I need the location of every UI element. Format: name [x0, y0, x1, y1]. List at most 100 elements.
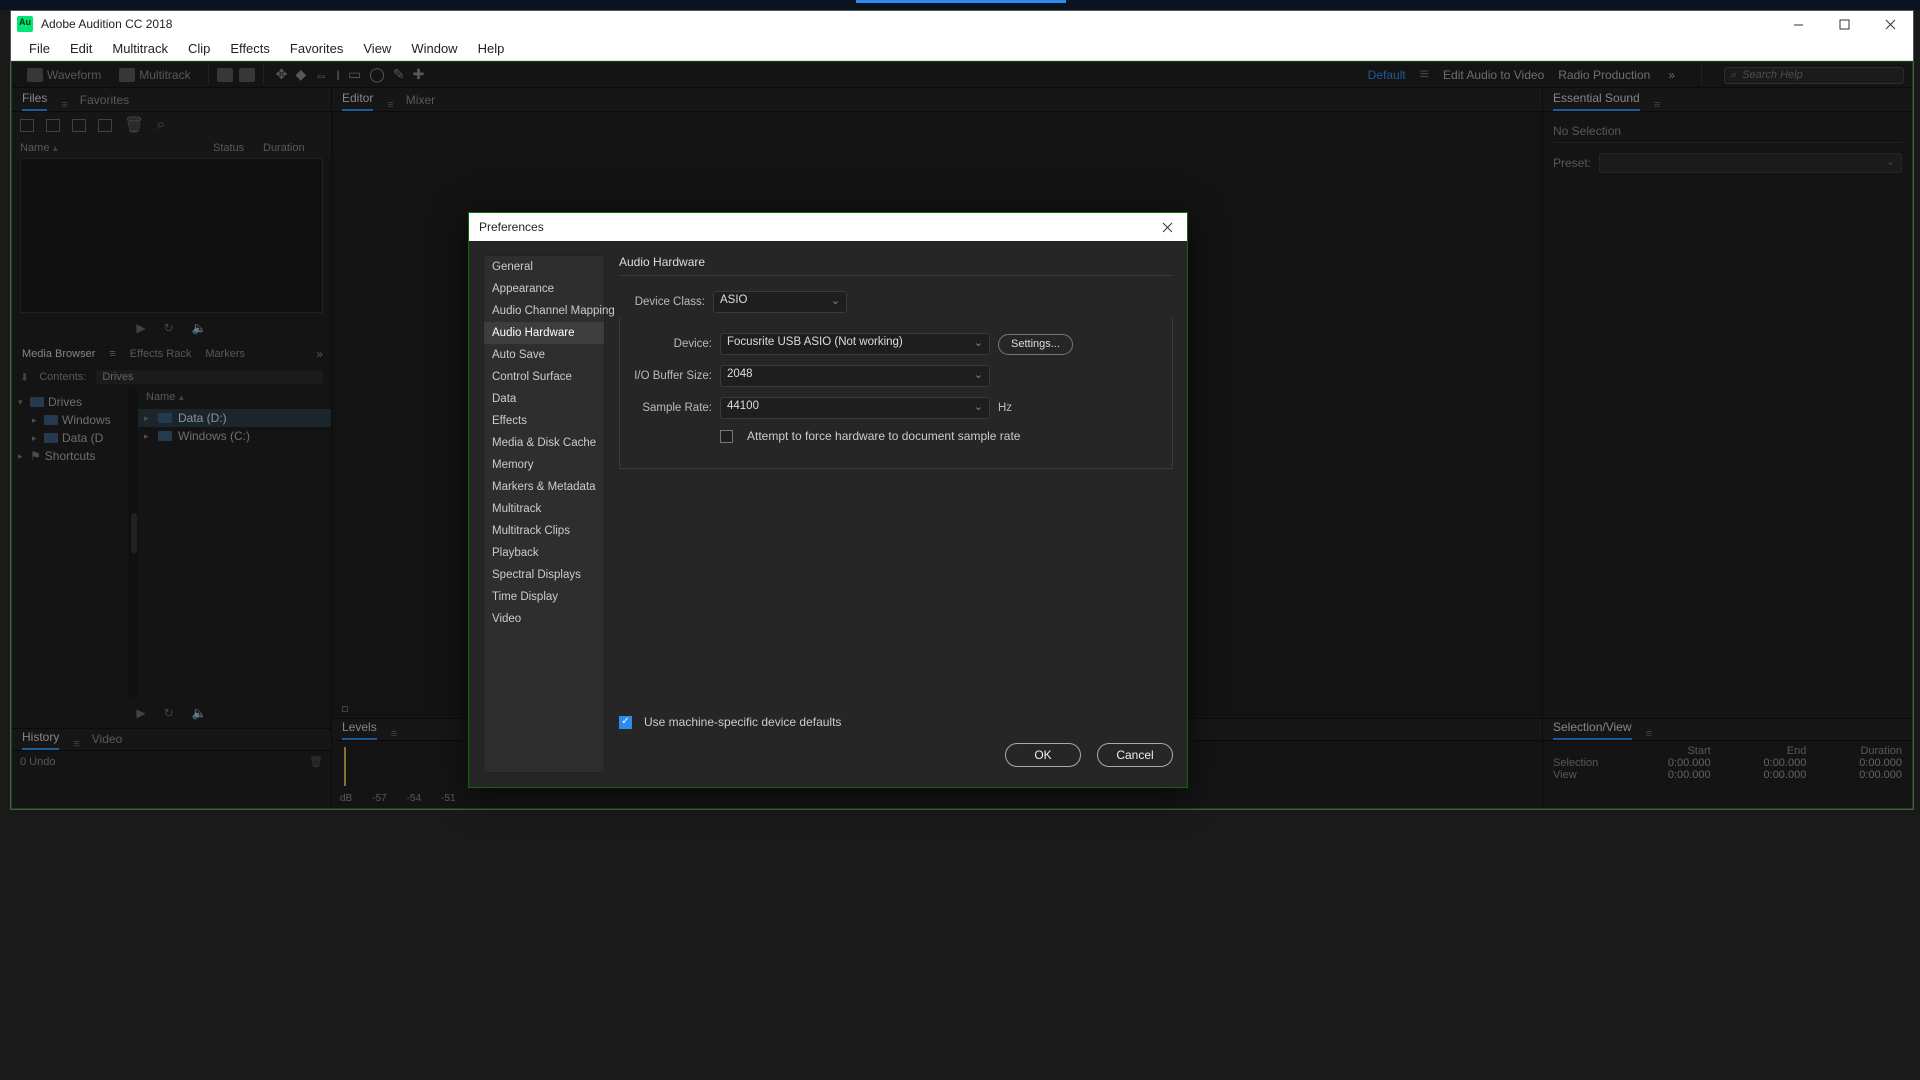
tab-effects-rack[interactable]: Effects Rack	[130, 348, 192, 360]
sample-rate-select[interactable]: 44100	[720, 397, 990, 419]
help-search-input[interactable]	[1742, 69, 1882, 81]
buffer-select[interactable]: 2048	[720, 365, 990, 387]
pref-cat-effects[interactable]: Effects	[484, 410, 604, 432]
col-name[interactable]: Name▲	[20, 142, 213, 154]
maximize-button[interactable]	[1821, 11, 1867, 37]
menu-help[interactable]: Help	[468, 38, 515, 59]
force-sample-rate-checkbox[interactable]	[720, 430, 733, 443]
device-select[interactable]: Focusrite USB ASIO (Not working)	[720, 333, 990, 355]
close-button[interactable]	[1867, 11, 1913, 37]
tool-heal-icon[interactable]: ✚	[409, 66, 429, 83]
pref-cat-auto-save[interactable]: Auto Save	[484, 344, 604, 366]
caret-down-icon[interactable]: ▾	[18, 397, 26, 408]
media-list[interactable]: Name▲ ▸ Data (D:) ▸ Windows (C:)	[138, 389, 331, 698]
tree-label[interactable]: Shortcuts	[45, 449, 96, 463]
menu-multitrack[interactable]: Multitrack	[102, 38, 178, 59]
tab-essential-sound[interactable]: Essential Sound	[1553, 91, 1640, 111]
menu-edit[interactable]: Edit	[60, 38, 102, 59]
editor-menu-icon[interactable]: ≡	[387, 99, 393, 111]
new-file-icon[interactable]	[72, 119, 86, 132]
media-browser-menu-icon[interactable]: ≡	[109, 348, 115, 360]
tree-label[interactable]: Drives	[48, 395, 82, 409]
media-tree[interactable]: ▾ Drives ▸ Windows ▸	[12, 389, 130, 698]
preset-select[interactable]	[1599, 153, 1902, 173]
open-file-icon[interactable]	[20, 119, 34, 132]
menu-view[interactable]: View	[353, 38, 401, 59]
view-multitrack-button[interactable]: Multitrack	[110, 65, 199, 85]
selection-view-menu-icon[interactable]: ≡	[1646, 728, 1652, 740]
tree-scrollbar[interactable]	[130, 389, 138, 698]
tab-markers[interactable]: Markers	[205, 348, 245, 360]
pref-cat-appearance[interactable]: Appearance	[484, 278, 604, 300]
tool-marquee-icon[interactable]: ▭	[344, 66, 365, 83]
new-multitrack-icon[interactable]	[98, 119, 112, 132]
dialog-titlebar[interactable]: Preferences	[469, 213, 1187, 241]
workspace-radio[interactable]: Radio Production	[1558, 68, 1650, 82]
menu-window[interactable]: Window	[401, 38, 467, 59]
dialog-close-button[interactable]	[1147, 213, 1187, 241]
ok-button[interactable]: OK	[1005, 743, 1081, 767]
tree-label[interactable]: Windows	[62, 413, 111, 427]
essential-sound-menu-icon[interactable]: ≡	[1654, 99, 1660, 111]
caret-right-icon[interactable]: ▸	[144, 413, 152, 424]
contents-path[interactable]: Drives	[96, 370, 323, 384]
caret-right-icon[interactable]: ▸	[18, 451, 26, 462]
play-icon[interactable]: ▶	[136, 321, 145, 335]
pref-cat-multitrack[interactable]: Multitrack	[484, 498, 604, 520]
media-list-header[interactable]: Name▲	[138, 389, 331, 409]
caret-right-icon[interactable]: ▸	[32, 433, 40, 444]
preferences-category-list[interactable]: General Appearance Audio Channel Mapping…	[483, 255, 605, 773]
tab-files[interactable]: Files	[22, 91, 47, 111]
help-search[interactable]: ⌕	[1724, 67, 1904, 84]
device-class-select[interactable]: ASIO	[713, 291, 847, 313]
tool-brush-icon[interactable]: ✎	[389, 66, 409, 83]
tool-time-icon[interactable]: I	[332, 67, 344, 83]
levels-menu-icon[interactable]: ≡	[391, 728, 397, 740]
menu-favorites[interactable]: Favorites	[280, 38, 353, 59]
machine-defaults-checkbox[interactable]	[619, 716, 632, 729]
caret-right-icon[interactable]: ▸	[144, 431, 152, 442]
tool-razor-icon[interactable]: ◆	[291, 66, 310, 83]
tool-spectral-icon[interactable]	[239, 68, 255, 82]
sv-value[interactable]: 0:00.000	[1806, 769, 1902, 781]
trash-icon[interactable]: 🗑	[124, 115, 144, 135]
tool-move-icon[interactable]: ✥	[272, 66, 292, 83]
history-menu-icon[interactable]: ≡	[73, 738, 79, 750]
files-list[interactable]	[20, 158, 323, 313]
device-settings-button[interactable]: Settings...	[998, 334, 1073, 355]
loop-icon[interactable]: ↻	[164, 706, 174, 720]
tab-favorites[interactable]: Favorites	[80, 93, 129, 111]
pref-cat-multitrack-clips[interactable]: Multitrack Clips	[484, 520, 604, 542]
tree-label[interactable]: Data (D	[62, 431, 103, 445]
list-item-label[interactable]: Windows (C:)	[178, 429, 250, 443]
pref-cat-audio-channel-mapping[interactable]: Audio Channel Mapping	[484, 300, 604, 322]
view-waveform-button[interactable]: Waveform	[18, 65, 110, 85]
sv-value[interactable]: 0:00.000	[1615, 757, 1711, 769]
scrollbar-thumb[interactable]	[131, 513, 137, 553]
workspace-editav[interactable]: Edit Audio to Video	[1443, 68, 1544, 82]
autoplay-icon[interactable]: 🔈	[192, 706, 207, 720]
minimize-button[interactable]	[1775, 11, 1821, 37]
pref-cat-memory[interactable]: Memory	[484, 454, 604, 476]
import-icon[interactable]	[46, 119, 60, 132]
col-status[interactable]: Status	[213, 142, 263, 154]
pref-cat-media-disk-cache[interactable]: Media & Disk Cache	[484, 432, 604, 454]
sv-value[interactable]: 0:00.000	[1711, 757, 1807, 769]
tab-levels[interactable]: Levels	[342, 720, 377, 740]
tab-mixer[interactable]: Mixer	[406, 93, 435, 111]
titlebar[interactable]: Adobe Audition CC 2018	[11, 11, 1913, 37]
pref-cat-video[interactable]: Video	[484, 608, 604, 630]
tool-rect-icon[interactable]	[217, 68, 233, 82]
pref-cat-playback[interactable]: Playback	[484, 542, 604, 564]
cancel-button[interactable]: Cancel	[1097, 743, 1173, 767]
sv-value[interactable]: 0:00.000	[1806, 757, 1902, 769]
tool-lasso-icon[interactable]: ◯	[365, 66, 389, 83]
workspace-more-icon[interactable]: »	[1664, 68, 1679, 82]
autoplay-icon[interactable]: 🔈	[192, 321, 207, 335]
tab-video[interactable]: Video	[92, 732, 122, 750]
pref-cat-audio-hardware[interactable]: Audio Hardware	[484, 322, 604, 344]
col-duration[interactable]: Duration	[263, 142, 323, 154]
tab-history[interactable]: History	[22, 730, 59, 750]
trash-icon[interactable]: 🗑	[309, 755, 323, 768]
loop-icon[interactable]: ↻	[164, 321, 174, 335]
